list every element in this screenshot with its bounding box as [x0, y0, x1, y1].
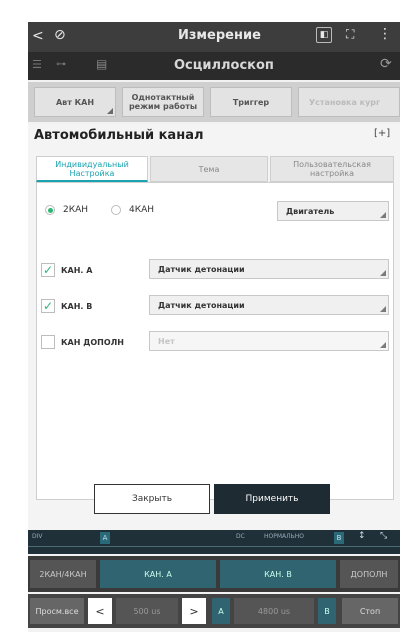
prev-button[interactable]: <	[88, 598, 112, 624]
channel-a-value: Датчик детонации	[158, 264, 245, 274]
radio-2ch-dot	[45, 205, 55, 215]
back-button[interactable]: <	[32, 28, 44, 44]
radio-4ch-label: 4КАН	[129, 205, 155, 215]
layout-icon[interactable]: ▤	[96, 57, 107, 71]
channel-extra-checkbox[interactable]: КАН ДОПОЛН	[41, 335, 124, 349]
radio-2ch[interactable]: 2КАН	[45, 205, 88, 215]
screenshot-icon[interactable]: ◧	[316, 27, 332, 43]
expand-icon[interactable]: ⛶	[346, 27, 354, 42]
menu-icon[interactable]: ⋮	[378, 26, 392, 42]
check-icon: ✓	[41, 299, 55, 313]
tab-theme-label: Тема	[198, 164, 220, 174]
source-select[interactable]: Двигатель	[277, 201, 389, 221]
stop-button[interactable]: Стоп	[342, 598, 398, 624]
channel-row: 2КАН/4КАН КАН. A КАН. B ДОПОЛН	[28, 556, 400, 592]
sub-bar: ☰ ⊶ ▤ Осциллоскоп ⟳	[28, 52, 400, 80]
auto-channel-dialog: Автомобильный канал [+] Индивидуальный Н…	[28, 124, 400, 536]
radio-2ch-label: 2КАН	[63, 205, 89, 215]
device-screen: < ⊘ Измерение ◧ ⛶ ⋮ ☰ ⊶ ▤ Осциллоскоп ⟳ …	[28, 22, 400, 632]
trigger-label: Триггер	[232, 97, 270, 107]
channel-b-button[interactable]: КАН. B	[220, 560, 336, 588]
sub-title: Осциллоскоп	[174, 58, 274, 73]
cursor-a-button[interactable]: A	[212, 598, 230, 624]
dropdown-corner-icon	[380, 306, 386, 312]
channel-extra-button[interactable]: ДОПОЛН	[340, 560, 398, 588]
channel-a-label: КАН. A	[61, 265, 93, 275]
tab-custom[interactable]: Пользовательская настройка	[270, 156, 394, 182]
source-select-value: Двигатель	[286, 206, 335, 216]
page-title: Измерение	[178, 28, 261, 43]
shrink-icon[interactable]: ⤡	[380, 531, 387, 541]
frame: < ⊘ Измерение ◧ ⛶ ⋮ ☰ ⊶ ▤ Осциллоскоп ⟳ …	[0, 0, 407, 635]
toolbar: Авт КАН Однотактный режим работы Триггер…	[28, 82, 400, 122]
waveform-icon[interactable]: ⊶	[56, 59, 66, 70]
channel-extra-select: Нет	[149, 331, 389, 351]
channel-a-button[interactable]: КАН. A	[100, 560, 216, 588]
cursor-setup-label: Установка кург	[309, 97, 381, 107]
channel-extra-value: Нет	[158, 336, 175, 346]
title-bar: < ⊘ Измерение ◧ ⛶ ⋮	[28, 22, 400, 52]
cursor-time-field[interactable]: 4800 us	[234, 598, 314, 624]
channel-b-value: Датчик детонации	[158, 300, 245, 310]
dropdown-corner-icon	[380, 212, 386, 218]
scale-ticks	[28, 546, 400, 554]
single-shot-button[interactable]: Однотактный режим работы	[122, 87, 204, 117]
channel-mode-button[interactable]: 2КАН/4КАН	[30, 560, 96, 588]
navigation-row: Просм.все < 500 us > A 4800 us B Стоп	[28, 594, 400, 628]
empty-checkbox-icon	[41, 335, 55, 349]
time-scale-bar: DIV A DC НОРМАЛЬНО B ↕ ⤡	[28, 530, 400, 554]
marker-a[interactable]: A	[100, 532, 110, 544]
tab-theme[interactable]: Тема	[150, 156, 268, 182]
dropdown-corner-icon	[107, 108, 113, 114]
cursor-setup-button[interactable]: Установка кург	[298, 87, 400, 117]
radio-4ch-dot	[111, 205, 121, 215]
coupling-label[interactable]: DC	[236, 533, 245, 540]
dialog-title: Автомобильный канал	[34, 128, 204, 143]
tab-individual-label: Индивидуальный Настройка	[55, 159, 129, 178]
dropdown-corner-icon	[380, 270, 386, 276]
arrow-up-down-icon[interactable]: ↕	[358, 531, 366, 541]
cursor-b-button[interactable]: B	[318, 598, 336, 624]
tab-individual[interactable]: Индивидуальный Настройка	[36, 156, 148, 182]
close-button[interactable]: Закрыть	[94, 484, 210, 514]
apply-button[interactable]: Применить	[214, 484, 330, 514]
settings-panel: 2КАН 4КАН Двигатель ✓ КАН. A Датчик дето…	[36, 182, 394, 500]
channel-b-checkbox[interactable]: ✓ КАН. B	[41, 299, 92, 313]
channel-b-label: КАН. B	[61, 301, 93, 311]
radio-4ch[interactable]: 4КАН	[111, 205, 154, 215]
channel-b-select[interactable]: Датчик детонации	[149, 295, 389, 315]
channel-a-select[interactable]: Датчик детонации	[149, 259, 389, 279]
dialog-tabs: Индивидуальный Настройка Тема Пользовате…	[36, 156, 394, 182]
scale-div-label: DIV	[32, 533, 43, 540]
trigger-button[interactable]: Триггер	[210, 87, 292, 117]
fullscreen-icon[interactable]: [+]	[374, 128, 390, 139]
single-shot-label: Однотактный режим работы	[128, 93, 198, 111]
next-button[interactable]: >	[182, 598, 206, 624]
view-all-button[interactable]: Просм.все	[30, 598, 84, 624]
tab-custom-label: Пользовательская настройка	[293, 160, 371, 178]
refresh-icon[interactable]: ⟳	[380, 56, 392, 72]
auto-channel-button[interactable]: Авт КАН	[34, 87, 116, 117]
trigger-status-label[interactable]: НОРМАЛЬНО	[264, 533, 304, 540]
auto-channel-label: Авт КАН	[55, 97, 95, 107]
dropdown-corner-icon	[380, 342, 386, 348]
channel-extra-label: КАН ДОПОЛН	[61, 337, 124, 347]
channel-a-checkbox[interactable]: ✓ КАН. A	[41, 263, 92, 277]
check-icon: ✓	[41, 263, 55, 277]
dialog-footer: Закрыть Применить	[28, 482, 400, 516]
logo-icon: ⊘	[54, 27, 66, 43]
marker-b[interactable]: B	[334, 532, 344, 544]
settings-icon[interactable]: ☰	[32, 58, 42, 71]
time-per-div-field[interactable]: 500 us	[116, 598, 178, 624]
